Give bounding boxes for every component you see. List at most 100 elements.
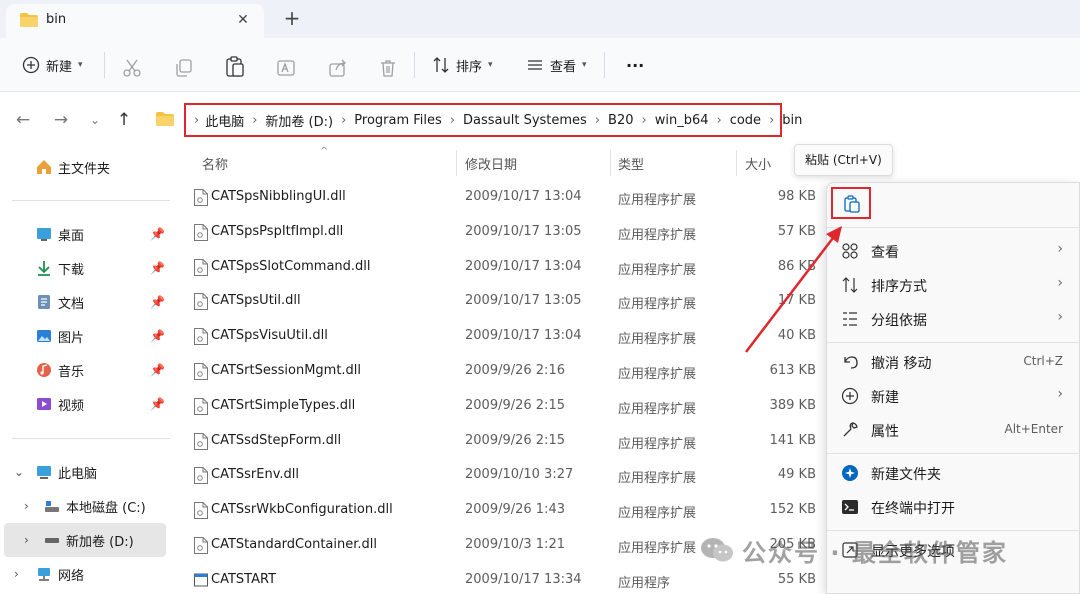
menu-item-new-folder[interactable]: 新建文件夹 <box>827 456 1080 490</box>
chevron-right-icon[interactable]: › <box>14 567 19 581</box>
file-row[interactable]: CATSpsVisuUtil.dll 2009/10/17 13:04 应用程序扩展… <box>188 319 828 354</box>
file-name: CATSsrEnv.dll <box>211 467 300 483</box>
rename-icon[interactable] <box>276 55 296 81</box>
nav-item-label: 主文件夹 <box>58 161 111 177</box>
wrench-icon <box>843 422 858 437</box>
column-divider[interactable] <box>610 150 611 176</box>
dll-file-icon <box>194 397 208 415</box>
file-date: 2009/10/17 13:05 <box>465 223 582 239</box>
breadcrumb-dassault-systemes[interactable]: Dassault Systemes <box>463 113 587 128</box>
share-icon[interactable] <box>328 55 348 81</box>
file-row[interactable]: CATSsrWkbConfiguration.dll 2009/9/26 1:43… <box>188 493 828 528</box>
pin-icon[interactable]: 📌 <box>150 363 165 377</box>
breadcrumb-bin[interactable]: bin <box>782 113 802 128</box>
paste-icon[interactable] <box>225 54 245 80</box>
nav-item-downloads[interactable]: 下载 📌 <box>0 253 168 283</box>
breadcrumb-b20[interactable]: B20 <box>608 113 633 128</box>
nav-item-home[interactable]: 主文件夹 <box>0 152 168 182</box>
menu-item-undo[interactable]: 撤消 移动 Ctrl+Z <box>827 345 1080 379</box>
up-arrow-icon[interactable]: ↑ <box>113 110 135 132</box>
new-tab-icon[interactable]: + <box>282 8 302 28</box>
pin-icon[interactable]: 📌 <box>150 397 165 411</box>
menu-item-terminal[interactable]: 在终端中打开 <box>827 490 1080 524</box>
address-bar[interactable]: › 此电脑 › 新加卷 (D:) › Program Files › Dassa… <box>184 103 802 137</box>
file-row[interactable]: CATSpsPspItfImpl.dll 2009/10/17 13:05 应用程序… <box>188 215 828 250</box>
nav-item-drive-c[interactable]: › 本地磁盘 (C:) <box>0 491 168 521</box>
tab-bin[interactable]: bin ✕ <box>6 4 264 38</box>
nav-item-desktop[interactable]: 桌面 📌 <box>0 219 168 249</box>
column-divider[interactable] <box>456 150 457 176</box>
pin-icon[interactable]: 📌 <box>150 295 165 309</box>
column-divider[interactable] <box>736 150 737 176</box>
nav-item-pictures[interactable]: 图片 📌 <box>0 321 168 351</box>
breadcrumb-code[interactable]: code <box>730 113 761 128</box>
chevron-right-icon: › <box>449 112 456 128</box>
download-icon <box>38 261 50 276</box>
file-row[interactable]: CATSrtSessionMgmt.dll 2009/9/26 2:16 应用程序扩… <box>188 354 828 389</box>
file-size: 98 KB <box>777 189 816 204</box>
file-type: 应用程序扩展 <box>618 297 697 313</box>
close-icon[interactable]: ✕ <box>234 11 252 29</box>
chevron-right-icon[interactable]: › <box>24 499 29 513</box>
copy-icon[interactable] <box>174 55 194 81</box>
nav-item-this-pc[interactable]: ⌄ 此电脑 <box>0 457 168 487</box>
cut-icon[interactable] <box>122 55 142 81</box>
nav-item-drive-d[interactable]: › 新加卷 (D:) <box>4 523 166 557</box>
nav-item-music[interactable]: 音乐 📌 <box>0 355 168 385</box>
list-view-icon <box>528 60 542 70</box>
recent-locations-chevron-icon[interactable]: ⌄ <box>84 110 106 132</box>
view-button[interactable]: 查看 ▾ <box>526 52 587 78</box>
file-type: 应用程序扩展 <box>618 332 697 348</box>
pin-icon[interactable]: 📌 <box>150 227 165 241</box>
file-type: 应用程序 <box>618 575 671 591</box>
menu-item-label: 在终端中打开 <box>871 501 955 517</box>
breadcrumb-program-files[interactable]: Program Files <box>354 113 442 128</box>
tab-bar: bin ✕ + <box>0 0 1080 38</box>
back-arrow-icon[interactable]: ← <box>12 110 34 132</box>
menu-item-new[interactable]: 新建 › <box>827 379 1080 413</box>
column-header-name[interactable]: 名称 <box>202 154 228 173</box>
file-row[interactable]: CATSsdStepForm.dll 2009/9/26 2:15 应用程序扩展 14… <box>188 424 828 459</box>
column-header-size[interactable]: 大小 <box>745 154 771 173</box>
nav-item-documents[interactable]: 文档 📌 <box>0 287 168 317</box>
menu-item-group[interactable]: 分组依据 › <box>827 302 1080 336</box>
forward-arrow-icon[interactable]: → <box>50 110 72 132</box>
folder-icon <box>20 13 38 27</box>
breadcrumb-win-b64[interactable]: win_b64 <box>655 113 709 128</box>
breadcrumb-this-pc[interactable]: 此电脑 <box>205 111 244 130</box>
breadcrumb-drive-d[interactable]: 新加卷 (D:) <box>265 111 333 130</box>
file-row[interactable]: CATSpsSlotCommand.dll 2009/10/17 13:04 应用程… <box>188 250 828 285</box>
dll-file-icon <box>194 223 208 241</box>
nav-item-network[interactable]: › 网络 <box>0 559 168 589</box>
file-row[interactable]: CATSpsNibblingUI.dll 2009/10/17 13:04 应用程序… <box>188 180 828 215</box>
address-row: ← → ⌄ ↑ › 此电脑 › 新加卷 (D:) › Program Files… <box>0 92 1080 148</box>
menu-item-label: 分组依据 <box>871 313 927 329</box>
menu-item-sort[interactable]: 排序方式 › <box>827 268 1080 302</box>
nav-item-videos[interactable]: 视频 📌 <box>0 389 168 419</box>
menu-item-view[interactable]: 查看 › <box>827 234 1080 268</box>
delete-icon[interactable] <box>378 55 398 81</box>
pin-icon[interactable]: 📌 <box>150 329 165 343</box>
menu-item-properties[interactable]: 属性 Alt+Enter <box>827 413 1080 447</box>
menu-item-label: 属性 <box>871 424 899 440</box>
dll-file-icon <box>194 189 208 206</box>
chevron-down-icon[interactable]: ⌄ <box>14 465 24 479</box>
column-header-date[interactable]: 修改日期 <box>465 154 517 173</box>
chevron-right-icon[interactable]: › <box>24 533 29 547</box>
file-row[interactable]: CATSrtSimpleTypes.dll 2009/9/26 2:15 应用程序扩… <box>188 389 828 424</box>
file-type: 应用程序扩展 <box>618 471 697 487</box>
nav-item-label: 下载 <box>58 262 85 278</box>
file-date: 2009/9/26 1:43 <box>465 502 565 518</box>
column-header-type[interactable]: 类型 <box>618 154 644 173</box>
pin-icon[interactable]: 📌 <box>150 261 165 275</box>
chevron-right-icon: › <box>1057 386 1063 402</box>
more-options-button[interactable]: ··· <box>626 52 644 78</box>
file-row[interactable]: CATSsrEnv.dll 2009/10/10 3:27 应用程序扩展 49 KB <box>188 458 828 493</box>
sort-button[interactable]: 排序 ▾ <box>432 52 493 78</box>
paste-button[interactable] <box>831 187 871 219</box>
file-date: 2009/9/26 2:15 <box>465 432 565 448</box>
file-row[interactable]: CATSpsUtil.dll 2009/10/17 13:05 应用程序扩展 17 K… <box>188 284 828 319</box>
chevron-right-icon: › <box>194 112 200 128</box>
new-button[interactable]: 新建 ▾ <box>22 52 83 78</box>
nav-item-label: 音乐 <box>58 364 85 380</box>
